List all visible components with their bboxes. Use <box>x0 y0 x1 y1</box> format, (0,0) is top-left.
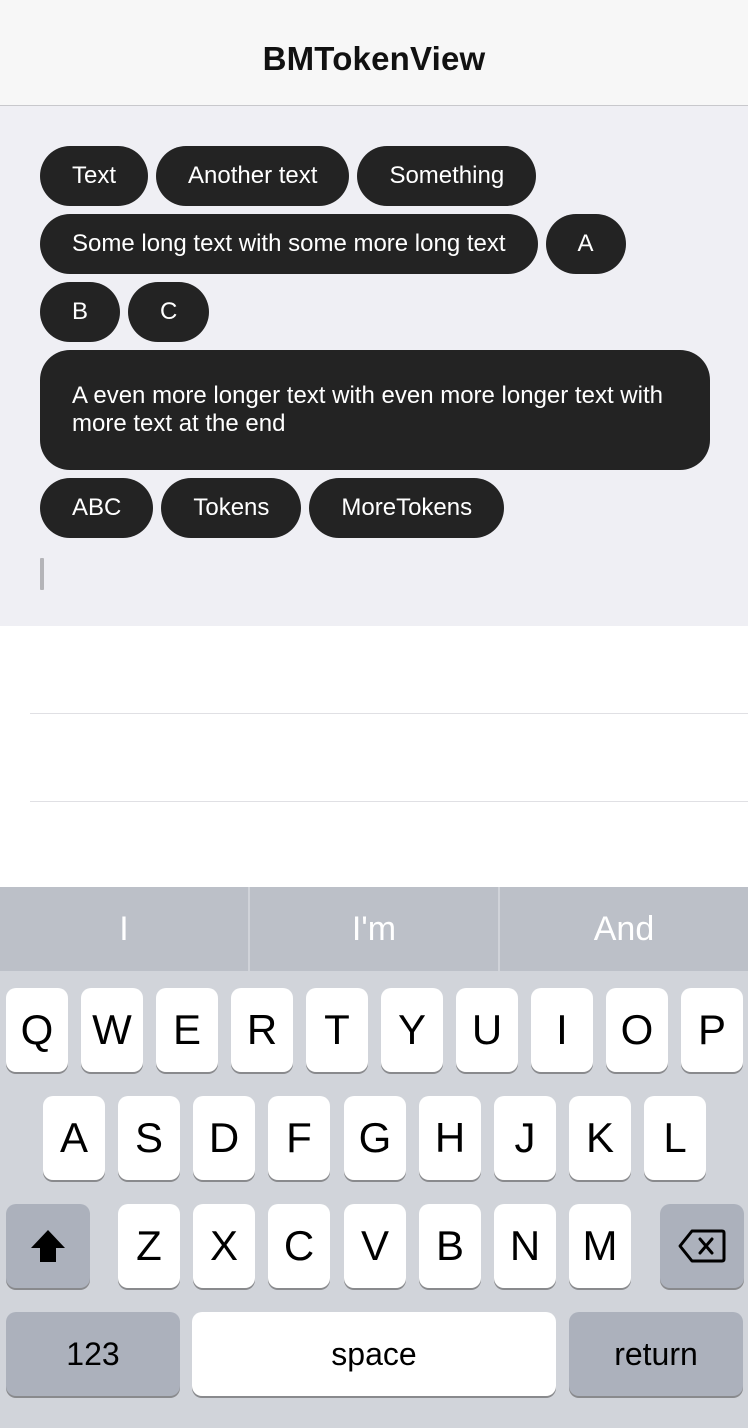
key[interactable]: N <box>494 1204 556 1288</box>
token[interactable]: Another text <box>156 146 350 206</box>
key[interactable]: L <box>644 1096 706 1180</box>
backspace-icon <box>678 1229 726 1263</box>
key[interactable]: U <box>456 988 518 1072</box>
key[interactable]: O <box>606 988 668 1072</box>
return-key[interactable]: return <box>569 1312 743 1396</box>
page-title: BMTokenView <box>262 40 486 77</box>
key[interactable]: T <box>306 988 368 1072</box>
space-key[interactable]: space <box>192 1312 556 1396</box>
keyboard: I I'm And Q W E R T Y U I O P A S D F G … <box>0 887 748 1428</box>
key[interactable]: J <box>494 1096 556 1180</box>
key[interactable]: X <box>193 1204 255 1288</box>
token[interactable]: MoreTokens <box>309 478 505 538</box>
token[interactable]: Tokens <box>161 478 302 538</box>
key[interactable]: F <box>268 1096 330 1180</box>
navigation-bar: BMTokenView <box>0 0 748 106</box>
token[interactable]: Some long text with some more long text <box>40 214 538 274</box>
row-separator <box>30 713 748 714</box>
token[interactable]: C <box>128 282 210 342</box>
key[interactable]: D <box>193 1096 255 1180</box>
key[interactable]: W <box>81 988 143 1072</box>
key[interactable]: C <box>268 1204 330 1288</box>
shift-key[interactable] <box>6 1204 90 1288</box>
key[interactable]: V <box>344 1204 406 1288</box>
key[interactable]: Z <box>118 1204 180 1288</box>
key[interactable]: B <box>419 1204 481 1288</box>
token-view[interactable]: Text Another text Something Some long te… <box>0 106 748 626</box>
key[interactable]: S <box>118 1096 180 1180</box>
key[interactable]: M <box>569 1204 631 1288</box>
text-input-caret[interactable] <box>40 558 44 590</box>
token[interactable]: A <box>545 214 626 274</box>
suggestion-im[interactable]: I'm <box>250 887 498 971</box>
key[interactable]: K <box>569 1096 631 1180</box>
key[interactable]: R <box>231 988 293 1072</box>
token-list: Text Another text Something Some long te… <box>40 146 712 538</box>
numbers-key[interactable]: 123 <box>6 1312 180 1396</box>
token[interactable]: Text <box>40 146 149 206</box>
key[interactable]: E <box>156 988 218 1072</box>
token[interactable]: A even more longer text with even more l… <box>40 350 710 470</box>
suggestion-i[interactable]: I <box>0 887 248 971</box>
key[interactable]: G <box>344 1096 406 1180</box>
row-separator <box>30 801 748 802</box>
token[interactable]: ABC <box>40 478 154 538</box>
key[interactable]: Q <box>6 988 68 1072</box>
key[interactable]: P <box>681 988 743 1072</box>
suggestion-and[interactable]: And <box>500 887 748 971</box>
key[interactable]: I <box>531 988 593 1072</box>
key[interactable]: H <box>419 1096 481 1180</box>
token[interactable]: Something <box>357 146 537 206</box>
delete-key[interactable] <box>660 1204 744 1288</box>
token[interactable]: B <box>40 282 121 342</box>
shift-arrow-icon <box>31 1230 65 1262</box>
predictive-bar: I I'm And <box>0 887 748 971</box>
key[interactable]: A <box>43 1096 105 1180</box>
key[interactable]: Y <box>381 988 443 1072</box>
